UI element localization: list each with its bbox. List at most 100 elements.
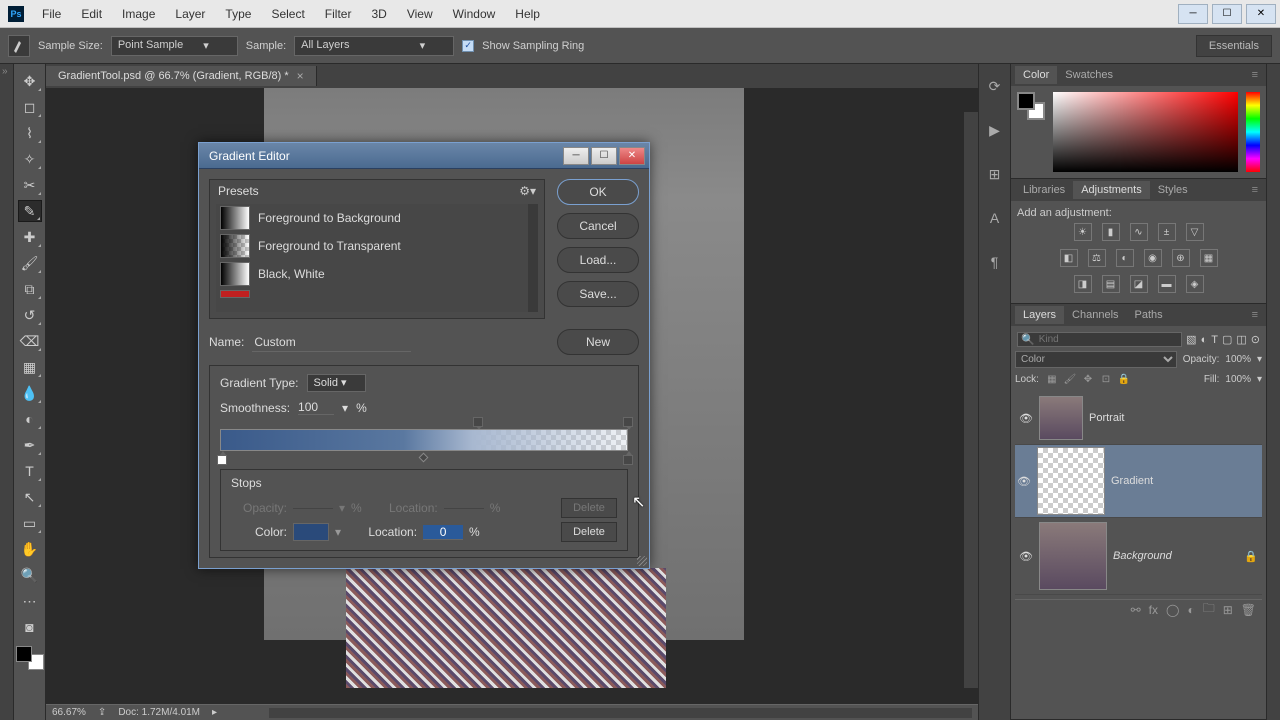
- layer-visibility-icon[interactable]: 👁: [1017, 475, 1031, 488]
- lasso-tool[interactable]: ⌇: [18, 122, 42, 144]
- link-layers-icon[interactable]: ⚯: [1131, 603, 1141, 617]
- save-button[interactable]: Save...: [557, 281, 639, 307]
- history-brush-tool[interactable]: ↺: [18, 304, 42, 326]
- left-dock-collapse[interactable]: [0, 64, 14, 720]
- layer-item-background[interactable]: 👁 Background 🔒: [1015, 518, 1262, 595]
- tab-channels[interactable]: Channels: [1064, 306, 1126, 324]
- preset-item[interactable]: Foreground to Transparent: [216, 232, 538, 260]
- tab-swatches[interactable]: Swatches: [1057, 66, 1121, 84]
- fill-value[interactable]: 100%: [1225, 374, 1251, 385]
- sample-size-select[interactable]: Point Sample ▾: [111, 36, 238, 56]
- crop-tool[interactable]: ✂: [18, 174, 42, 196]
- layer-thumbnail[interactable]: [1039, 522, 1107, 590]
- adj-gradientmap-icon[interactable]: ▬: [1158, 275, 1176, 293]
- layer-thumbnail[interactable]: [1037, 447, 1105, 515]
- layer-name[interactable]: Gradient: [1111, 475, 1153, 487]
- foreground-background-colors[interactable]: [16, 646, 44, 670]
- midpoint-stop[interactable]: [418, 453, 428, 463]
- layer-filter-kind[interactable]: [1035, 333, 1178, 346]
- adj-selectivecolor-icon[interactable]: ◈: [1186, 275, 1204, 293]
- adj-curves-icon[interactable]: ∿: [1130, 223, 1148, 241]
- color-stop[interactable]: [623, 455, 633, 465]
- smoothness-input[interactable]: [298, 400, 334, 415]
- presets-scrollbar[interactable]: [528, 204, 538, 312]
- marquee-tool[interactable]: ◻: [18, 96, 42, 118]
- adj-levels-icon[interactable]: ▮: [1102, 223, 1120, 241]
- pen-tool[interactable]: ✒: [18, 434, 42, 456]
- quick-mask-icon[interactable]: ◙: [18, 616, 42, 638]
- filter-smart-icon[interactable]: ◫: [1236, 333, 1246, 346]
- adj-threshold-icon[interactable]: ◪: [1130, 275, 1148, 293]
- doc-info[interactable]: Doc: 1.72M/4.01M: [118, 707, 200, 718]
- preset-item[interactable]: [216, 288, 538, 300]
- window-close-button[interactable]: ✕: [1246, 4, 1276, 24]
- adj-vibrance-icon[interactable]: ▽: [1186, 223, 1204, 241]
- new-group-icon[interactable]: 🗀: [1203, 599, 1215, 620]
- preset-item[interactable]: Black, White: [216, 260, 538, 288]
- hand-tool[interactable]: ✋: [18, 538, 42, 560]
- menu-file[interactable]: File: [32, 0, 71, 28]
- canvas-scrollbar-vertical[interactable]: [964, 112, 978, 688]
- canvas-scrollbar-horizontal[interactable]: [269, 708, 972, 718]
- dialog-close-button[interactable]: ✕: [619, 147, 645, 165]
- adj-posterize-icon[interactable]: ▤: [1102, 275, 1120, 293]
- layer-item-portrait[interactable]: 👁 Portrait: [1015, 392, 1262, 445]
- opacity-stop[interactable]: [473, 417, 483, 427]
- new-button[interactable]: New: [557, 329, 639, 355]
- menu-edit[interactable]: Edit: [71, 0, 112, 28]
- filter-shape-icon[interactable]: ▢: [1222, 333, 1232, 346]
- dialog-maximize-button[interactable]: ☐: [591, 147, 617, 165]
- lock-position-icon[interactable]: ✥: [1081, 372, 1095, 386]
- lock-all-icon[interactable]: 🔒: [1117, 372, 1131, 386]
- adj-hue-icon[interactable]: ◧: [1060, 249, 1078, 267]
- magic-wand-tool[interactable]: ✧: [18, 148, 42, 170]
- adj-invert-icon[interactable]: ◨: [1074, 275, 1092, 293]
- tool-preset-icon[interactable]: [8, 35, 30, 57]
- sample-select[interactable]: All Layers ▾: [294, 36, 454, 56]
- properties-panel-icon[interactable]: ⊞: [985, 164, 1005, 184]
- path-selection-tool[interactable]: ↖: [18, 486, 42, 508]
- adj-colorbalance-icon[interactable]: ⚖: [1088, 249, 1106, 267]
- layer-mask-icon[interactable]: ◯: [1166, 603, 1179, 617]
- dialog-titlebar[interactable]: Gradient Editor ─ ☐ ✕: [199, 143, 649, 169]
- adj-channelmixer-icon[interactable]: ⊕: [1172, 249, 1190, 267]
- hue-strip[interactable]: [1246, 92, 1260, 172]
- zoom-tool[interactable]: 🔍: [18, 564, 42, 586]
- gradient-bar-editor[interactable]: [220, 429, 628, 451]
- paragraph-panel-icon[interactable]: ¶: [985, 252, 1005, 272]
- ok-button[interactable]: OK: [557, 179, 639, 205]
- lock-pixels-icon[interactable]: 🖌: [1063, 372, 1077, 386]
- new-fill-layer-icon[interactable]: ◐: [1187, 603, 1194, 617]
- rectangle-tool[interactable]: ▭: [18, 512, 42, 534]
- adj-exposure-icon[interactable]: ±: [1158, 223, 1176, 241]
- layer-style-icon[interactable]: fx: [1149, 603, 1158, 617]
- tab-close-icon[interactable]: ×: [297, 69, 304, 83]
- history-panel-icon[interactable]: ⟳: [985, 76, 1005, 96]
- zoom-level[interactable]: 66.67%: [52, 707, 86, 718]
- cancel-button[interactable]: Cancel: [557, 213, 639, 239]
- show-sampling-ring-checkbox[interactable]: ✓: [462, 40, 474, 52]
- dodge-tool[interactable]: ◐: [18, 408, 42, 430]
- gradient-bar[interactable]: [220, 429, 628, 451]
- tab-styles[interactable]: Styles: [1150, 181, 1196, 199]
- layers-panel-menu-icon[interactable]: ≡: [1248, 309, 1262, 321]
- menu-window[interactable]: Window: [443, 0, 506, 28]
- color-panel-fg[interactable]: [1017, 92, 1035, 110]
- lock-artboard-icon[interactable]: ⊡: [1099, 372, 1113, 386]
- tab-libraries[interactable]: Libraries: [1015, 181, 1073, 199]
- presets-gear-icon[interactable]: ⚙▾: [519, 184, 536, 198]
- adj-brightness-icon[interactable]: ☀: [1074, 223, 1092, 241]
- new-layer-icon[interactable]: ⊞: [1223, 603, 1233, 617]
- filter-adjustment-icon[interactable]: ◐: [1201, 334, 1208, 346]
- opacity-stop[interactable]: [623, 417, 633, 427]
- layer-item-gradient[interactable]: 👁 Gradient: [1015, 445, 1262, 518]
- menu-filter[interactable]: Filter: [315, 0, 362, 28]
- color-panel-menu-icon[interactable]: ≡: [1248, 69, 1262, 81]
- color-panel-swatches[interactable]: [1017, 92, 1045, 120]
- lock-transparency-icon[interactable]: ▦: [1045, 372, 1059, 386]
- layer-thumbnail[interactable]: [1039, 396, 1083, 440]
- load-button[interactable]: Load...: [557, 247, 639, 273]
- actions-panel-icon[interactable]: ▶: [985, 120, 1005, 140]
- adj-photofilter-icon[interactable]: ◉: [1144, 249, 1162, 267]
- filter-type-icon[interactable]: T: [1211, 334, 1218, 346]
